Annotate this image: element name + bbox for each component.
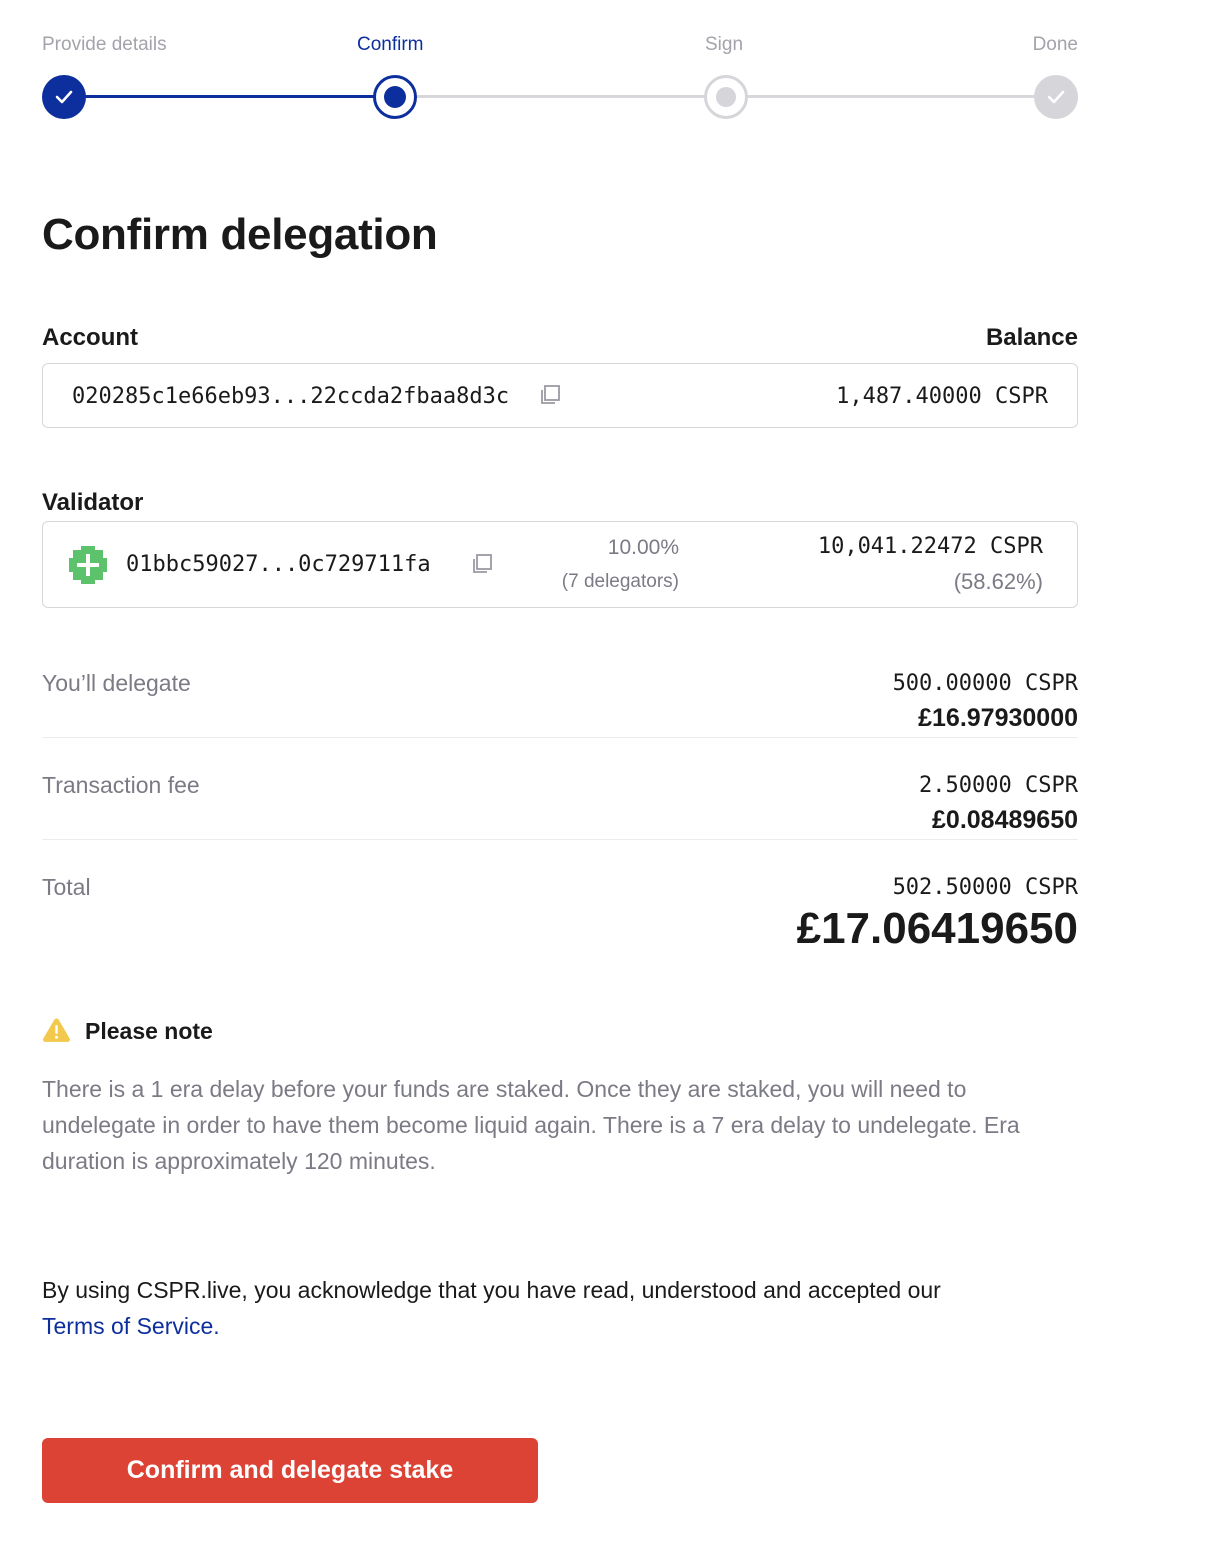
terms-notice: By using CSPR.live, you acknowledge that… [42,1272,1102,1344]
total-fiat: £17.06419650 [796,904,1078,953]
warning-icon [43,1018,70,1042]
copy-icon[interactable] [471,553,493,575]
total-label: Total [42,874,91,900]
validator-delegators: (7 delegators) [561,571,679,592]
check-icon [1047,90,1065,104]
validator-total-stake: 10,041.22472 CSPR [817,534,1043,559]
fee-amount: 2.50000 CSPR [919,773,1078,798]
account-hash: 020285c1e66eb93...22ccda2fbaa8d3c [72,384,510,409]
page-title: Confirm delegation [42,210,438,259]
progress-stepper: Provide details Confirm Sign Done [42,34,1078,124]
step-label-provide-details: Provide details [42,34,167,55]
current-step-dot [384,86,406,108]
note-body: There is a 1 era delay before your funds… [42,1076,1020,1174]
balance-section-label: Balance [985,324,1078,351]
account-section-label: Account [42,324,138,351]
validator-avatar [69,546,107,584]
fee-label: Transaction fee [42,772,200,798]
divider [42,839,1078,840]
step-label-confirm: Confirm [357,34,424,55]
terms-of-service-link[interactable]: Terms of Service. [42,1308,1102,1344]
validator-hash: 01bbc59027...0c729711fa [126,552,431,577]
step-label-sign: Sign [705,34,744,55]
step-connector-completed [64,95,394,98]
step-node-provide-details [42,75,86,119]
step-node-sign [704,75,748,119]
step-label-done: Done [1032,34,1078,55]
step-node-confirm [373,75,417,119]
total-amount: 502.50000 CSPR [892,875,1078,900]
account-balance: 1,487.40000 CSPR [836,384,1048,409]
validator-section-label: Validator [42,489,144,516]
note-title: Please note [85,1018,213,1044]
delegate-fiat: £16.97930000 [918,704,1078,732]
delegate-label: You’ll delegate [42,670,191,696]
validator-fee: 10.00% [607,536,679,559]
step-node-done [1034,75,1078,119]
check-icon [55,90,73,104]
fee-fiat: £0.08489650 [932,806,1078,834]
delegate-amount: 500.00000 CSPR [892,671,1078,696]
account-card: 020285c1e66eb93...22ccda2fbaa8d3c 1,487.… [42,363,1078,428]
pending-step-dot [716,87,736,107]
confirm-delegate-button[interactable]: Confirm and delegate stake [42,1438,538,1503]
terms-text: By using CSPR.live, you acknowledge that… [42,1277,941,1303]
validator-stake-share: (58.62%) [953,569,1043,594]
validator-card[interactable]: 01bbc59027...0c729711fa 10.00% (7 delega… [42,521,1078,608]
divider [42,737,1078,738]
copy-icon[interactable] [539,384,561,406]
